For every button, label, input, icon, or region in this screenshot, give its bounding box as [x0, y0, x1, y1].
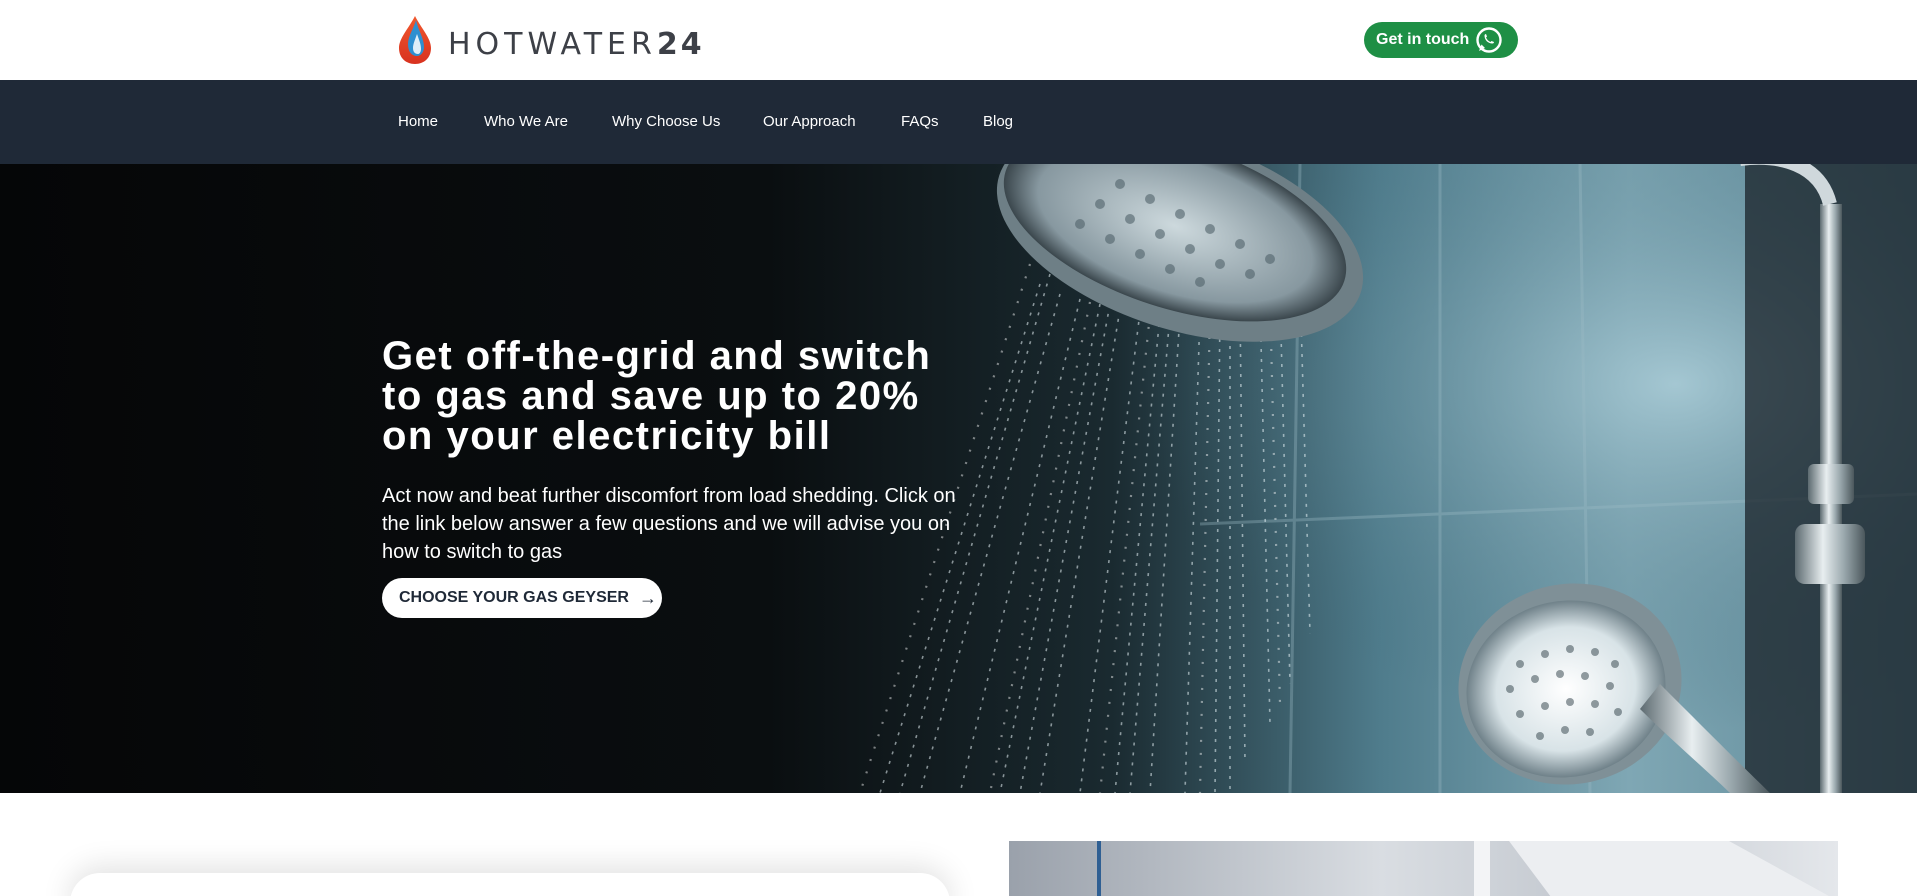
whatsapp-icon — [1476, 27, 1502, 53]
get-in-touch-label: Get in touch — [1376, 31, 1470, 48]
logo-wordmark: HOTWATER 24 — [448, 27, 705, 62]
choose-gas-geyser-label: CHOOSE YOUR GAS GEYSER — [399, 589, 629, 606]
nav-item-blog[interactable]: Blog — [983, 80, 1013, 164]
bathroom-preview-image — [1009, 841, 1838, 896]
site-logo[interactable]: HOTWATER 24 — [396, 14, 705, 66]
nav-item-who-we-are[interactable]: Who We Are — [484, 80, 568, 164]
hero-title: Get off-the-grid and switch to gas and s… — [382, 334, 932, 458]
hero-section: Get off-the-grid and switch to gas and s… — [0, 164, 1917, 793]
arrow-right-icon: → — [638, 587, 657, 608]
logo-text: HOTWATER — [448, 26, 657, 62]
nav-item-our-approach[interactable]: Our Approach — [763, 80, 856, 164]
site-header: HOTWATER 24 Get in touch — [0, 0, 1917, 80]
nav-item-home[interactable]: Home — [398, 80, 438, 164]
nav-item-why-choose-us[interactable]: Why Choose Us — [612, 80, 720, 164]
water-drop-logo-icon — [399, 16, 431, 64]
logo-number: 24 — [656, 26, 705, 62]
choose-gas-geyser-button[interactable]: CHOOSE YOUR GAS GEYSER → — [382, 578, 662, 618]
hero-description: Act now and beat further discomfort from… — [382, 485, 956, 563]
content-section — [0, 793, 1917, 896]
main-navigation: Home Who We Are Why Choose Us Our Approa… — [0, 80, 1917, 164]
get-in-touch-button[interactable]: Get in touch — [1364, 22, 1518, 58]
content-card — [70, 873, 950, 896]
nav-item-faqs[interactable]: FAQs — [901, 80, 939, 164]
shower-background-image — [858, 164, 1917, 793]
